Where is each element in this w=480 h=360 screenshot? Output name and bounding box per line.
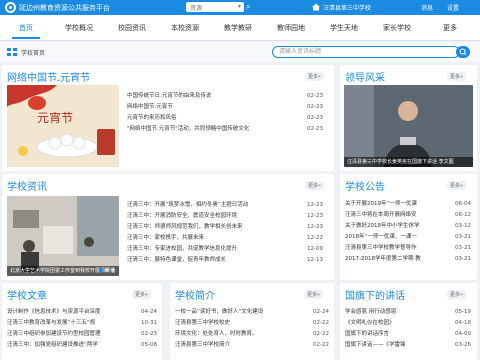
- articles-list: 设计制作《信息技术》与资源平台深度 04-24 汪清三中教育改革与发展“十三五”规…: [7, 307, 157, 357]
- lantern-illustration: [7, 85, 119, 167]
- grid-icon: [7, 48, 17, 56]
- classroom-photo: [7, 196, 119, 276]
- list-item[interactable]: 2017-2018学年度第二学期 教 03-21: [345, 254, 471, 264]
- list-item[interactable]: 关于做好2018年中小学生休学 03-12: [345, 221, 471, 231]
- list-item[interactable]: 设计制作《信息技术》与资源平台深度 04-24: [7, 307, 157, 317]
- messages-link[interactable]: 消息: [421, 3, 433, 12]
- intro-more-link[interactable]: 更多»: [304, 290, 324, 299]
- articles-more-link[interactable]: 更多»: [132, 290, 152, 299]
- carousel-dots: [97, 267, 115, 274]
- speech-more-link[interactable]: 更多»: [447, 290, 467, 299]
- top-bar: 延边州教育资源公共服务平台 资源 ▾ ⌕ 汪清县第三中学校 消息 设置: [0, 0, 480, 15]
- speaker-photo: [344, 85, 473, 167]
- list-item[interactable]: 汪清三中：展特色课堂，促青年教师成长 12-13: [127, 255, 323, 265]
- nav-item-campus-news[interactable]: 校园资讯: [106, 15, 158, 41]
- resource-type-value: 资源: [190, 5, 203, 12]
- festival-more-link[interactable]: 更多»: [305, 72, 325, 81]
- list-item[interactable]: 汪清三中：开展消防安全、震道安全校园环境 12-23: [127, 211, 323, 221]
- list-item[interactable]: 网络中国节.元宵节 02-23: [127, 102, 323, 112]
- leader-caption: 汪清县第三中学校长姜英宪在国旗下讲话 李文图: [344, 157, 473, 167]
- chevron-down-icon: ▾: [237, 3, 241, 10]
- notice-title[interactable]: 学校公告: [345, 178, 385, 193]
- leader-panel: 领导风采 更多» 汪清县第三中学校长姜英宪在国旗下讲话 李文图: [340, 65, 477, 171]
- list-item[interactable]: 汪清县第三中学校简介 02-22: [175, 340, 329, 350]
- speech-list: 学会感恩 用行动感恩 05-19 《文明礼仪在校园》 04-18 国旗下的讲话序言 0…: [345, 307, 471, 357]
- list-item[interactable]: 汪清三中：开展“筑梦冰雪，相约冬奥”主题日活动 12-23: [127, 200, 323, 210]
- intro-panel: 学校简介 更多» 一校一品“读好书，做好人”文化建设 02-24 汪清县第三中学校…: [170, 283, 334, 360]
- nav-item-students[interactable]: 学生天地: [318, 15, 370, 41]
- speech-panel: 国旗下的讲话 更多» 学会感恩 用行动感恩 05-19 《文明礼仪在校园》 04-1…: [340, 283, 477, 360]
- list-item[interactable]: 《文明礼仪在校园》 04-18: [345, 318, 471, 328]
- list-item[interactable]: "网络中国节.元宵节"活动，共同领略中国传统文化 02-23: [127, 124, 323, 134]
- speech-title[interactable]: 国旗下的讲话: [345, 287, 405, 302]
- list-item[interactable]: 2018年“一师一优课、一课一 03-21: [345, 232, 471, 242]
- search-icon: [459, 48, 467, 56]
- list-item[interactable]: 汪清三中组织参加建设节约型校园管理 02-23: [7, 329, 157, 339]
- leader-title[interactable]: 领导风采: [345, 69, 385, 84]
- carousel-dot[interactable]: [99, 268, 103, 272]
- nav-item-more[interactable]: 更多: [424, 15, 476, 41]
- notice-panel: 学校公告 更多» 关于开展2019年“一师一优课 06-04 汪清三中将在本周开展…: [340, 174, 477, 280]
- list-item[interactable]: 学会感恩 用行动感恩 05-19: [345, 307, 471, 317]
- news-search-button[interactable]: [456, 46, 470, 58]
- intro-list: 一校一品“读好书，做好人”文化建设 02-24 汪清县第三中学校校史 02-22 环…: [175, 307, 329, 357]
- list-item[interactable]: 国旗下讲话——《学雷锋 03-26: [345, 340, 471, 350]
- articles-panel: 学校文章 更多» 设计制作《信息技术》与资源平台深度 04-24 汪清三中教育改革…: [2, 283, 162, 360]
- nav-item-home[interactable]: 首页: [0, 15, 52, 41]
- nav-item-teaching-research[interactable]: 教学教研: [212, 15, 264, 41]
- nav-item-school-overview[interactable]: 学校概况: [53, 15, 105, 41]
- site-logo[interactable]: [5, 2, 16, 13]
- carousel-dot[interactable]: [111, 268, 115, 272]
- news-title[interactable]: 学校资讯: [7, 178, 47, 193]
- list-item[interactable]: 环境文化：处处育人，时时教育。 02-22: [175, 329, 329, 339]
- news-list: 汪清三中：开展“筑梦冰雪，相约冬奥”主题日活动 12-23 汪清三中：开展消防安全…: [127, 200, 323, 270]
- nav-item-school-resources[interactable]: 本校资源: [159, 15, 211, 41]
- list-item[interactable]: 元宵节的来历和风俗 02-23: [127, 113, 323, 123]
- festival-title[interactable]: 网络中国节.元宵节: [7, 69, 90, 84]
- resource-type-select[interactable]: 资源 ▾: [186, 2, 244, 12]
- list-item[interactable]: 汪清县第三中学校校史 02-22: [175, 318, 329, 328]
- search-icon[interactable]: ⌕: [246, 2, 256, 12]
- list-item[interactable]: 中国传统节日:元宵节的由来及传说 02-23: [127, 91, 323, 101]
- school-link[interactable]: 汪清县第三中学校: [323, 3, 371, 12]
- list-item[interactable]: 汪清三中：专家进校园，共促教学信息化提升 12-09: [127, 244, 323, 254]
- list-item[interactable]: 关于开展2019年“一师一优课 06-04: [345, 199, 471, 209]
- news-search-input[interactable]: 请输入资讯标题: [272, 46, 460, 58]
- notice-more-link[interactable]: 更多»: [447, 181, 467, 190]
- site-title[interactable]: 延边州教育资源公共服务平台: [19, 3, 110, 13]
- carousel-dot[interactable]: [105, 268, 109, 272]
- list-item[interactable]: 汪清三中：师德师风规范我们，教学相长创未来 12-23: [127, 222, 323, 232]
- news-more-link[interactable]: 更多»: [305, 181, 325, 190]
- articles-title[interactable]: 学校文章: [7, 287, 47, 302]
- list-item[interactable]: 汪清县第三中学校教学督导作 03-21: [345, 243, 471, 253]
- list-item[interactable]: 国旗下的讲话序言 04-09: [345, 329, 471, 339]
- main-nav: 首页 学校概况 校园资讯 本校资源 教学教研 教师园地 学生天地 家长学校 更多: [0, 15, 480, 41]
- news-panel: 学校资讯 更多» 北京大学艺术学院团委工作室到我校开展调研活 汪清三中：开展“筑…: [2, 174, 334, 280]
- home-icon: [312, 3, 320, 11]
- festival-image[interactable]: 元宵节: [7, 85, 119, 167]
- nav-item-parents[interactable]: 家长学校: [371, 15, 423, 41]
- list-item[interactable]: 汪清三中将在本周开展网络安 06-12: [345, 210, 471, 220]
- breadcrumb-label[interactable]: 学校首页: [21, 48, 45, 57]
- news-image[interactable]: 北京大学艺术学院团委工作室到我校开展调研活: [7, 196, 119, 276]
- list-item[interactable]: 一校一品“读好书，做好人”文化建设 02-24: [175, 307, 329, 317]
- intro-title[interactable]: 学校简介: [175, 287, 215, 302]
- list-item[interactable]: 汪清三中教育改革与发展“十三五”规 10-31: [7, 318, 157, 328]
- leader-more-link[interactable]: 更多»: [447, 72, 467, 81]
- notice-list: 关于开展2019年“一师一优课 06-04 汪清三中将在本周开展网络安 06-12 …: [345, 199, 471, 269]
- list-item[interactable]: 汪清三中：家校携手，共展未来 12-22: [127, 233, 323, 243]
- leader-photo[interactable]: 汪清县第三中学校长姜英宪在国旗下讲话 李文图: [344, 85, 473, 167]
- nav-item-teachers[interactable]: 教师园地: [265, 15, 317, 41]
- list-item[interactable]: 汪清三中：加强党组织建设推进“两学 05-08: [7, 340, 157, 350]
- festival-image-text: 元宵节: [37, 111, 74, 125]
- festival-panel: 网络中国节.元宵节 更多» 元宵节 中国传统节日:元宵节的由来及传说 02-23 …: [2, 65, 334, 171]
- settings-link[interactable]: 设置: [447, 3, 459, 12]
- festival-list: 中国传统节日:元宵节的由来及传说 02-23 网络中国节.元宵节 02-23 元宵节…: [127, 91, 323, 151]
